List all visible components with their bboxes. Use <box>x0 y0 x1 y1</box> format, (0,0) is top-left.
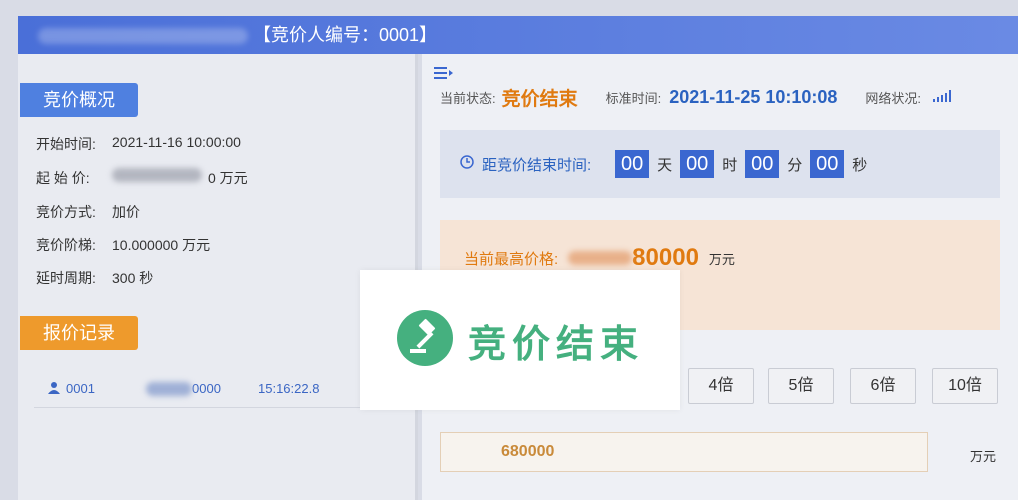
bidder-number-title: 【竞价人编号：0001】 <box>253 25 438 45</box>
info-row-bid-step: 竞价阶梯: 10.000000 万元 <box>36 235 210 255</box>
info-row-start-price: 起 始 价: 0 万元 <box>36 168 248 188</box>
day-unit: 天 <box>657 156 673 174</box>
status-row: 当前状态: 竞价结束 标准时间: 2021-11-25 10:10:08 网络状… <box>440 82 1010 112</box>
blurred-title <box>38 28 248 45</box>
countdown-seconds: 00 <box>810 150 845 178</box>
countdown-panel: 距竞价结束时间: 00 天 00 时 00 分 00 秒 <box>440 130 1000 198</box>
info-value: 加价 <box>112 204 140 220</box>
info-row-start-time: 开始时间: 2021-11-16 10:00:00 <box>36 134 241 154</box>
multiplier-5x-button[interactable]: 5倍 <box>768 368 834 404</box>
info-value: 2021-11-16 10:00:00 <box>112 134 241 150</box>
bid-price-unit: 万元 <box>970 449 997 464</box>
time-value: 2021-11-25 10:10:08 <box>669 86 838 107</box>
highest-price-unit: 万元 <box>708 251 735 267</box>
highest-price-value: 80000 <box>632 244 699 271</box>
state-label: 当前状态: <box>440 90 496 106</box>
info-value: 10.000000 万元 <box>112 237 211 253</box>
record-price: 0000 <box>192 381 221 396</box>
countdown-days: 00 <box>615 150 650 178</box>
multiplier-4x-button[interactable]: 4倍 <box>688 368 754 404</box>
info-label: 延时周期: <box>36 270 96 286</box>
blurred-value <box>146 381 192 396</box>
hour-unit: 时 <box>722 156 738 174</box>
countdown-minutes: 00 <box>745 150 780 178</box>
blurred-value <box>568 251 633 265</box>
info-row-bid-method: 竞价方式: 加价 <box>36 202 140 222</box>
info-value: 300 秒 <box>112 270 154 286</box>
state-value: 竞价结束 <box>501 88 578 110</box>
info-label: 竞价方式: <box>36 204 96 220</box>
blurred-value <box>112 168 202 182</box>
multiplier-6x-button[interactable]: 6倍 <box>850 368 916 404</box>
multiplier-10x-button[interactable]: 10倍 <box>932 368 998 404</box>
countdown-label: 距竞价结束时间: <box>482 156 592 174</box>
clock-icon <box>460 155 474 173</box>
highest-price-label: 当前最高价格: <box>464 250 559 268</box>
bid-record-row: 0001 0000 15:16:22.8 <box>34 370 376 408</box>
info-label: 起 始 价: <box>36 170 90 186</box>
record-tag: 报价记录 <box>20 316 138 350</box>
top-bar: 【竞价人编号：0001】 <box>18 16 1018 54</box>
left-panel: 竞价概况 开始时间: 2021-11-16 10:00:00 起 始 价: 0 … <box>18 54 418 500</box>
info-value: 0 万元 <box>208 170 248 186</box>
bid-price-value: 680000 <box>501 443 555 460</box>
bid-price-input[interactable]: 680000 <box>440 432 928 472</box>
info-label: 开始时间: <box>36 136 96 152</box>
info-label: 竞价阶梯: <box>36 237 96 253</box>
time-label: 标准时间: <box>605 90 662 106</box>
info-row-delay: 延时周期: 300 秒 <box>36 268 153 288</box>
overview-tag: 竞价概况 <box>20 83 138 117</box>
bidding-ended-overlay: 竞价结束 <box>360 270 680 410</box>
user-icon <box>48 381 60 397</box>
second-unit: 秒 <box>852 156 868 174</box>
network-label: 网络状况: <box>865 90 922 106</box>
signal-icon <box>933 89 953 105</box>
countdown-hours: 00 <box>680 150 715 178</box>
minute-unit: 分 <box>787 156 803 174</box>
menu-icon[interactable] <box>434 66 454 80</box>
record-bidder: 0001 <box>66 381 95 396</box>
gavel-icon <box>396 309 454 372</box>
bidding-ended-text: 竞价结束 <box>467 323 644 366</box>
record-time: 15:16:22.8 <box>258 381 320 396</box>
